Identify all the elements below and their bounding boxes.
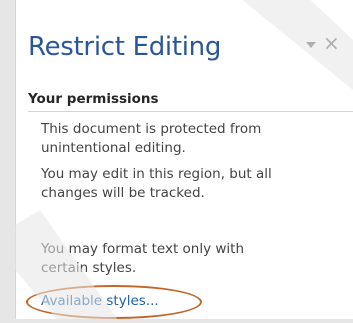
format-restriction-message: You may format text only with certain st…	[41, 241, 245, 276]
document-backdrop	[0, 0, 15, 323]
screenshot-stage: Restrict Editing × Your permissions This…	[0, 0, 353, 323]
protected-message: This document is protected from unintent…	[41, 121, 262, 156]
restrict-editing-pane: Restrict Editing × Your permissions This…	[15, 0, 353, 319]
available-styles-link[interactable]: Available styles...	[41, 293, 159, 309]
permissions-header: Your permissions	[28, 91, 159, 107]
edit-region-message: You may edit in this region, but all cha…	[41, 166, 272, 201]
chevron-down-icon[interactable]	[306, 42, 316, 48]
document-backdrop-bottom	[0, 319, 353, 323]
pane-title: Restrict Editing	[28, 32, 222, 62]
close-icon[interactable]: ×	[323, 31, 340, 55]
section-divider	[28, 111, 353, 112]
